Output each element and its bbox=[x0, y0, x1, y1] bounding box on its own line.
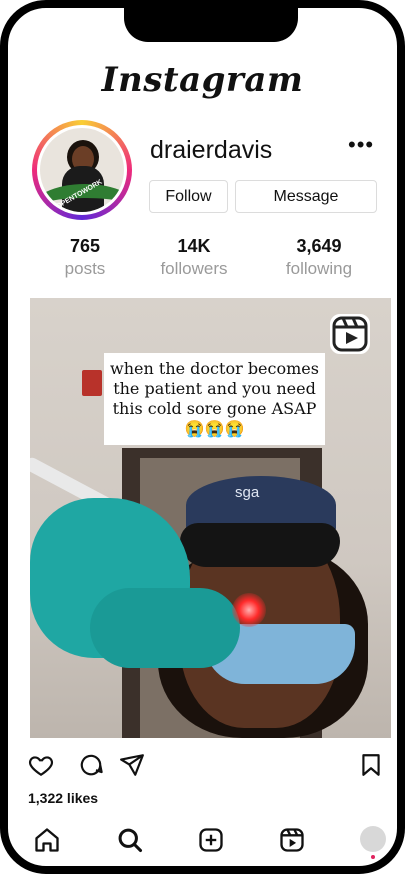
post-actions bbox=[8, 752, 397, 780]
caption-line: when the doctor becomes bbox=[110, 359, 319, 378]
app-logo: Instagram bbox=[101, 60, 304, 100]
send-icon[interactable] bbox=[119, 752, 145, 778]
stat-posts-label: posts bbox=[64, 259, 106, 278]
cap-logo-text: sga bbox=[235, 484, 260, 501]
notification-dot bbox=[371, 855, 375, 859]
follow-button[interactable]: Follow bbox=[149, 180, 228, 213]
bottom-nav bbox=[8, 824, 397, 860]
stat-following-label: following bbox=[285, 259, 353, 278]
profile-avatar[interactable]: #OPENTOWORK bbox=[37, 125, 127, 215]
more-options-icon[interactable]: ••• bbox=[348, 132, 374, 158]
stat-posts[interactable]: 765 posts bbox=[30, 236, 140, 279]
laser-light bbox=[232, 593, 266, 627]
video-caption: when the doctor becomes the patient and … bbox=[104, 353, 325, 445]
heart-icon[interactable] bbox=[28, 752, 54, 778]
stat-followers-value: 14K bbox=[177, 236, 211, 256]
fire-alarm bbox=[82, 370, 102, 396]
likes-count[interactable]: 1,322 likes bbox=[28, 790, 98, 806]
stat-followers[interactable]: 14K followers bbox=[139, 236, 249, 279]
phone-frame: Instagram #OPENTOWORK draierdavis ••• Fo… bbox=[0, 0, 405, 874]
comment-icon[interactable] bbox=[78, 752, 104, 778]
profile-nav-avatar[interactable] bbox=[360, 826, 386, 852]
avatar-photo: #OPENTOWORK bbox=[40, 128, 124, 212]
home-icon[interactable] bbox=[33, 826, 61, 854]
bookmark-icon[interactable] bbox=[358, 752, 384, 778]
stat-followers-label: followers bbox=[160, 259, 228, 278]
reels-icon bbox=[330, 314, 370, 354]
profile-avatar-ring[interactable]: #OPENTOWORK bbox=[32, 120, 132, 220]
message-button[interactable]: Message bbox=[235, 180, 377, 213]
caption-emoji: 😭😭😭 bbox=[184, 419, 245, 438]
stat-following[interactable]: 3,649 following bbox=[264, 236, 374, 279]
reels-nav-icon[interactable] bbox=[278, 826, 306, 854]
create-icon[interactable] bbox=[197, 826, 225, 854]
stat-following-value: 3,649 bbox=[296, 236, 342, 256]
search-icon[interactable] bbox=[116, 826, 144, 854]
post-media[interactable]: sga when the doctor becomes the patient … bbox=[30, 298, 391, 738]
safety-glasses bbox=[180, 523, 340, 567]
caption-line: this cold sore gone ASAP bbox=[112, 399, 317, 418]
caption-line: the patient and you need bbox=[113, 379, 316, 398]
stat-posts-value: 765 bbox=[69, 236, 101, 256]
camera-notch bbox=[124, 8, 298, 42]
profile-username: draierdavis bbox=[150, 136, 273, 164]
